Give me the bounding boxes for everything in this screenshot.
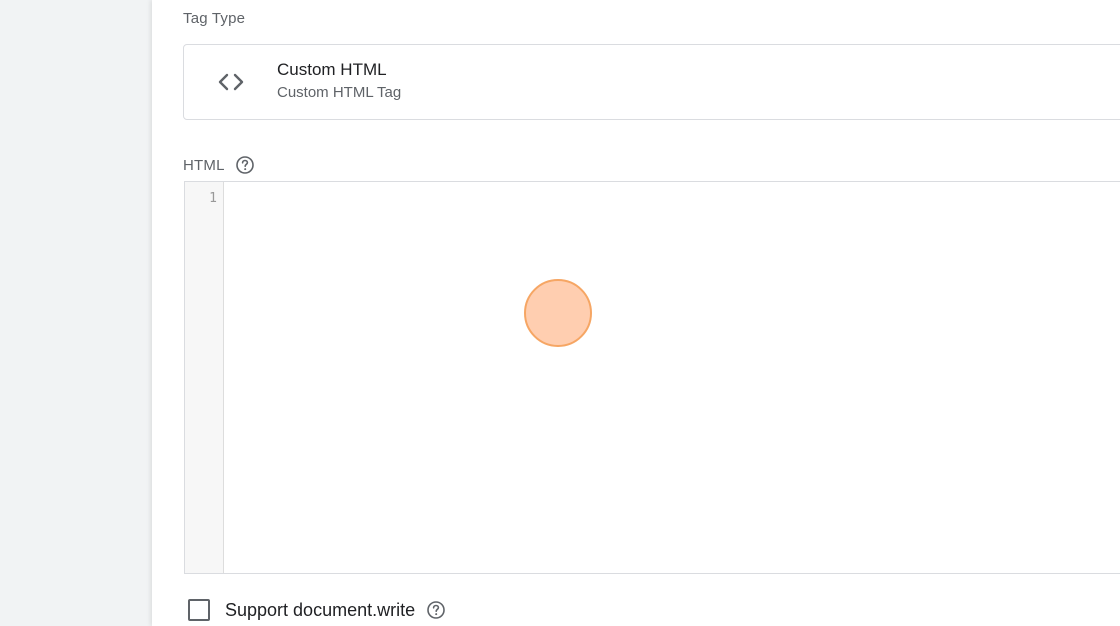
html-code-editor: 1	[184, 181, 1120, 574]
tag-type-selector-card[interactable]: Custom HTML Custom HTML Tag	[183, 44, 1120, 120]
html-code-input[interactable]	[224, 182, 1120, 573]
tag-type-subtitle: Custom HTML Tag	[277, 84, 402, 101]
html-field-header: HTML	[183, 155, 255, 175]
tag-configuration-panel: Tag Type Custom HTML Custom HTML Tag HTM…	[152, 0, 1120, 626]
tag-type-title: Custom HTML	[277, 60, 387, 79]
line-number: 1	[209, 191, 217, 206]
help-circle-icon[interactable]	[235, 155, 255, 175]
tag-editor-page: Tag Type Custom HTML Custom HTML Tag HTM…	[0, 0, 1120, 626]
left-background	[0, 0, 152, 626]
tag-type-label: Tag Type	[183, 10, 246, 27]
html-field-label: HTML	[183, 156, 225, 174]
support-document-write-checkbox[interactable]	[188, 599, 210, 621]
click-indicator	[524, 279, 592, 347]
code-brackets-icon	[218, 73, 244, 91]
support-document-write-row: Support document.write	[188, 597, 446, 623]
support-document-write-label[interactable]: Support document.write	[225, 600, 415, 621]
help-circle-icon[interactable]	[426, 600, 446, 620]
editor-line-gutter: 1	[185, 182, 224, 573]
